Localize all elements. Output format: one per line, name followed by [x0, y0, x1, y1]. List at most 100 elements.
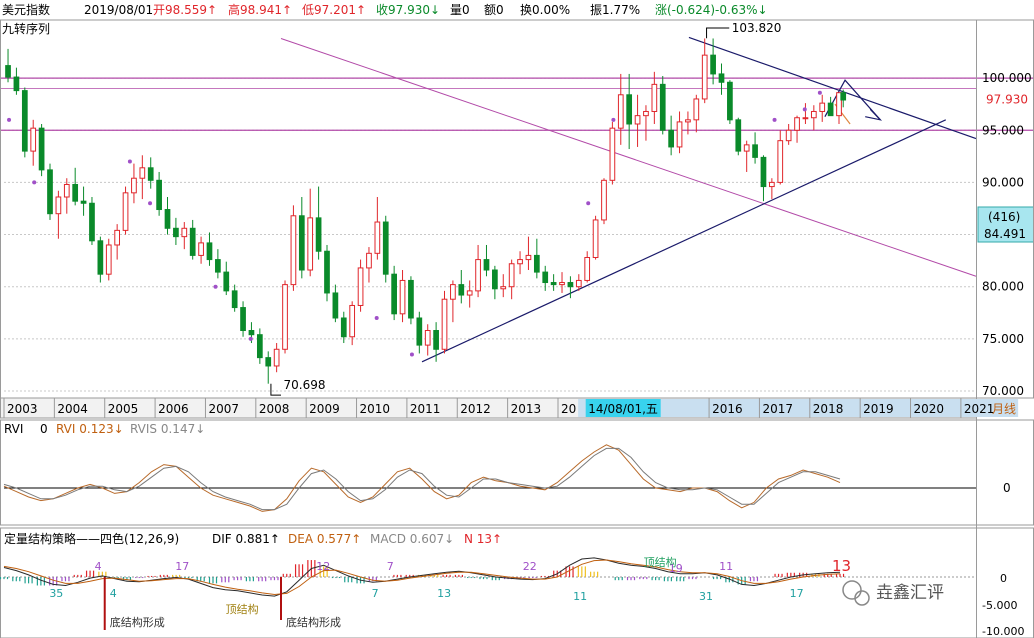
macd-count-label: 4	[95, 560, 102, 573]
year-label: 2006	[158, 402, 189, 416]
nine-sequence-dot	[409, 352, 414, 357]
candle-up	[685, 119, 691, 123]
candle-down	[13, 76, 20, 92]
candle-down	[38, 127, 45, 171]
candle-up	[30, 127, 37, 152]
candle-up	[794, 117, 800, 131]
candle-up	[617, 94, 624, 129]
macd-count-label: 12	[316, 560, 330, 573]
candle-down	[265, 357, 272, 367]
candle-down	[659, 83, 666, 131]
macd-count-label: 35	[49, 587, 63, 600]
turnover-value: 换0.00%	[520, 3, 570, 17]
period-label: 月线	[992, 402, 1016, 416]
year-label: 2008	[259, 402, 290, 416]
candle-down	[80, 200, 87, 204]
candle-down	[533, 254, 540, 273]
price-gridlines	[0, 77, 1034, 392]
year-label: 2010	[360, 402, 391, 416]
candle-up	[601, 179, 607, 221]
high-value: 高98.941↑	[228, 2, 292, 17]
candle-down	[760, 156, 767, 188]
candle-down	[223, 271, 230, 292]
instrument-name: 美元指数	[2, 2, 50, 17]
candle-up	[777, 140, 784, 183]
candle-down	[72, 183, 79, 202]
structure-label: 底结构形成	[110, 615, 165, 629]
year-label: 2016	[712, 402, 743, 416]
year-label: 2018	[813, 402, 844, 416]
candle-up	[701, 54, 708, 100]
year-label: 2003	[7, 402, 38, 416]
candle-up	[609, 127, 616, 181]
amplitude-value: 振1.77%	[590, 3, 640, 17]
year-label: 2013	[511, 402, 542, 416]
macd-count-label: 11	[719, 560, 733, 573]
rvi-panel: RVI 0 RVI 0.123↓ RVIS 0.147↓ 0	[0, 419, 1034, 526]
candle-down	[256, 334, 263, 359]
candle-down	[89, 202, 95, 242]
candle-up	[198, 242, 204, 256]
macd-count-label: 4	[110, 587, 117, 600]
candle-up	[592, 219, 599, 258]
candle-up	[139, 167, 146, 179]
candle-down	[626, 94, 633, 125]
macd-count-label: 17	[790, 587, 804, 600]
candle-down	[332, 292, 339, 319]
nine-sequence-dot	[32, 180, 37, 185]
price-tick-label: 80.000	[982, 280, 1024, 294]
year-label: 2020	[914, 402, 945, 416]
year-label: 20	[561, 402, 576, 416]
candle-up	[575, 279, 582, 288]
candle-down	[47, 169, 53, 215]
candle-down	[408, 279, 414, 319]
candle-up	[366, 252, 372, 269]
candle-up	[357, 267, 364, 306]
candle-up	[676, 121, 683, 148]
wechat-icon	[842, 580, 862, 600]
candle-down	[248, 330, 255, 336]
amount-value: 额0	[484, 3, 504, 17]
price-tick-label: 75.000	[982, 332, 1024, 346]
candle-down	[215, 259, 221, 273]
rvi-zero-label: 0	[1003, 481, 1011, 495]
macd-axis-minus10: -10.000	[982, 625, 1024, 638]
candle-down	[391, 273, 397, 315]
candle-up	[651, 83, 658, 112]
candle-down	[5, 65, 11, 78]
candle-up	[450, 284, 456, 300]
rvi-param: 0	[40, 422, 48, 436]
change-value: 涨(-0.624)-0.63%↓	[655, 2, 768, 17]
macd-axis-zero: 0	[1000, 572, 1007, 585]
info-header: 美元指数 2019/08/01 开98.559↑ 高98.941↑ 低97.20…	[2, 2, 768, 36]
candle-up	[441, 298, 448, 350]
low-marker	[270, 383, 281, 396]
macd-counts: 4 17 12 7 22 19 1135 4 7 13 11 31 17底结构形成 底结构形成顶结构顶结构	[49, 555, 803, 629]
candle-up	[802, 117, 809, 120]
price-tick-label: 70.000	[982, 384, 1024, 398]
low-value: 低97.201↑	[302, 3, 366, 17]
macd-count-label: 13	[437, 587, 451, 600]
candle-up	[743, 144, 750, 152]
candle-down	[382, 221, 389, 275]
dea-value: DEA 0.577↑	[288, 532, 361, 546]
watermark-text: 垚鑫汇评	[876, 583, 944, 603]
candle-down	[324, 250, 330, 294]
candle-up	[105, 244, 112, 275]
volume-value: 量0	[450, 3, 470, 17]
cursor-price: 84.491	[984, 227, 1026, 241]
price-tick-label: 95.000	[982, 123, 1024, 137]
candle-up	[374, 221, 381, 254]
candle-up	[349, 304, 356, 338]
n-value: N 13↑	[464, 532, 502, 546]
candle-down	[542, 271, 549, 284]
high-marker	[706, 27, 730, 39]
candle-down	[315, 217, 322, 252]
candle-up	[466, 290, 473, 296]
candle-down	[164, 209, 171, 229]
macd-count-label: 22	[523, 560, 537, 573]
candle-down	[668, 129, 674, 148]
candle-up	[500, 286, 507, 290]
candle-down	[156, 179, 162, 211]
macd-count-label: 31	[699, 590, 713, 603]
